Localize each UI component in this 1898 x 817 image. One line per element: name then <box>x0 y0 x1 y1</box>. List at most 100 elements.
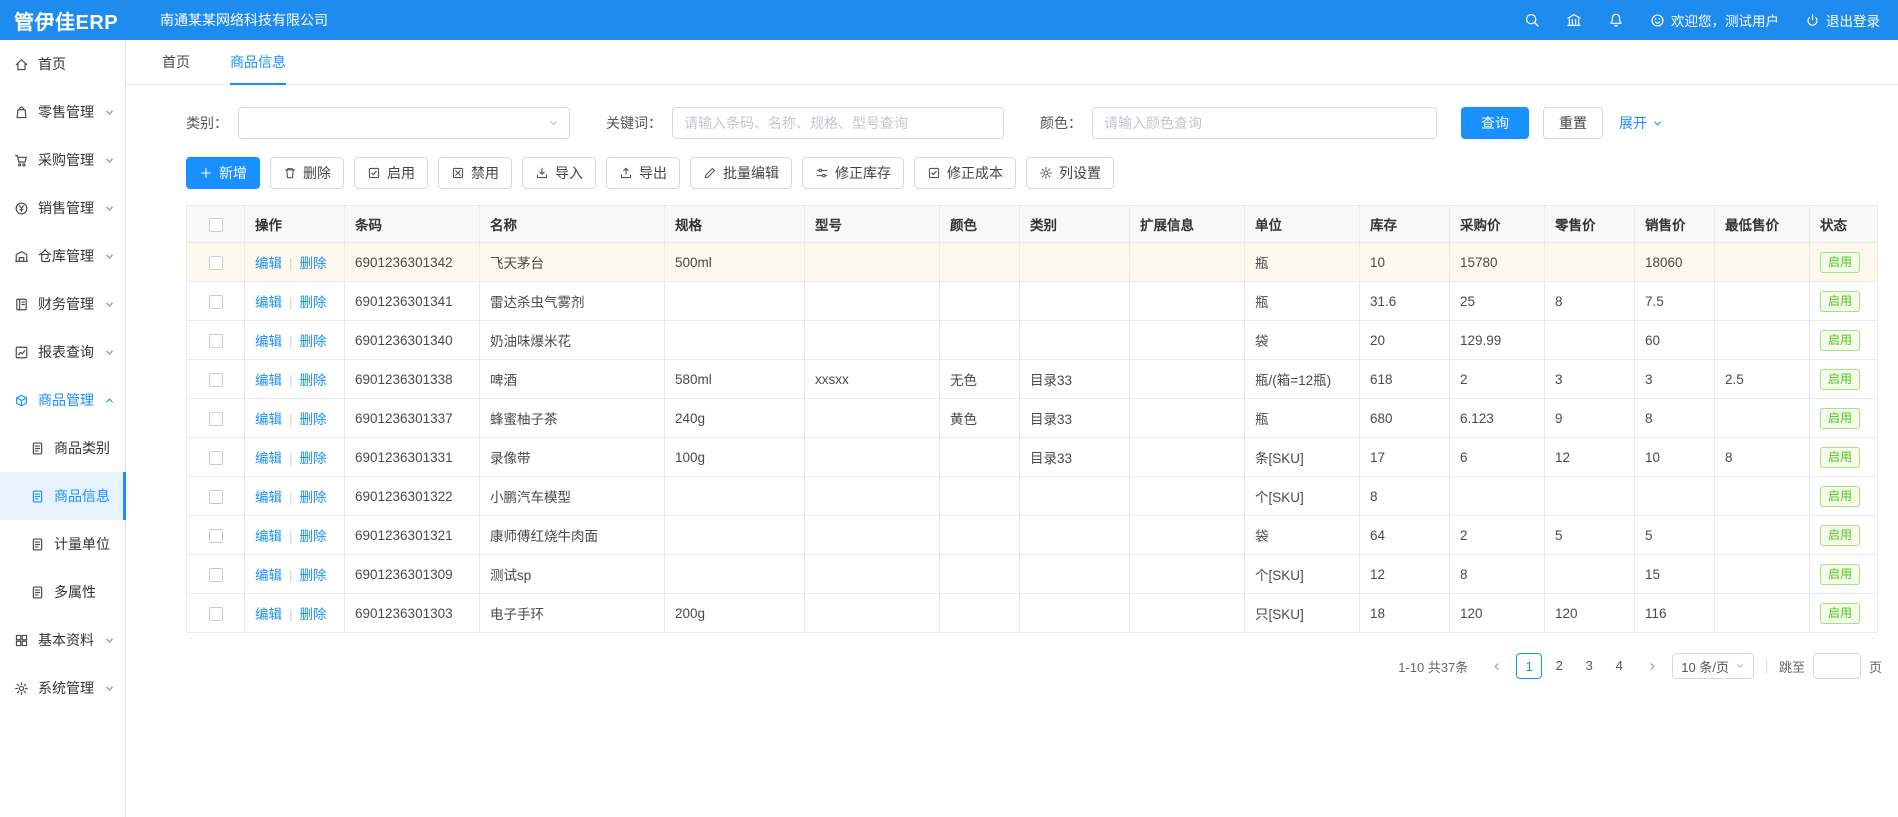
edit-link[interactable]: 编辑 <box>255 334 282 349</box>
sidebar-item-multi-attribute[interactable]: 多属性 <box>0 568 125 616</box>
cell-unit: 袋 <box>1245 321 1360 360</box>
sidebar-item-basic-data[interactable]: 基本资料 <box>0 616 125 664</box>
page-button[interactable]: 2 <box>1546 653 1572 679</box>
edit-link[interactable]: 编辑 <box>255 295 282 310</box>
reset-button[interactable]: 重置 <box>1543 107 1603 139</box>
row-checkbox[interactable] <box>209 568 223 582</box>
edit-link[interactable]: 编辑 <box>255 412 282 427</box>
bell-icon[interactable] <box>1608 12 1624 28</box>
delete-link[interactable]: 删除 <box>300 295 327 310</box>
sidebar-item-label: 报表查询 <box>38 342 104 362</box>
page-size-select[interactable]: 10 条/页 <box>1672 653 1754 679</box>
delete-link[interactable]: 删除 <box>300 412 327 427</box>
edit-link[interactable]: 编辑 <box>255 256 282 271</box>
toolbar-batch-edit-button[interactable]: 批量编辑 <box>690 157 792 189</box>
sidebar-item-retail[interactable]: 零售管理 <box>0 88 125 136</box>
row-checkbox[interactable] <box>209 451 223 465</box>
cell-sale: 10 <box>1635 438 1715 477</box>
edit-link[interactable]: 编辑 <box>255 568 282 583</box>
status-badge: 启用 <box>1820 603 1860 624</box>
cell-model <box>805 243 940 282</box>
cell-status: 启用 <box>1810 516 1878 555</box>
select-all-checkbox[interactable] <box>209 218 223 232</box>
edit-link[interactable]: 编辑 <box>255 451 282 466</box>
delete-link[interactable]: 删除 <box>300 568 327 583</box>
toolbar-adjust-stock-button[interactable]: 修正库存 <box>802 157 904 189</box>
cell-color <box>940 282 1020 321</box>
sidebar-item-label: 商品类别 <box>54 438 115 458</box>
user-welcome[interactable]: 欢迎您，测试用户 <box>1650 10 1779 30</box>
tab-bar: 首页 商品信息 <box>126 40 1898 85</box>
delete-link[interactable]: 删除 <box>300 334 327 349</box>
edit-link[interactable]: 编辑 <box>255 373 282 388</box>
sidebar-item-purchase[interactable]: 采购管理 <box>0 136 125 184</box>
tab-product-info[interactable]: 商品信息 <box>230 40 286 84</box>
next-page-button[interactable] <box>1640 654 1664 678</box>
edit-link[interactable]: 编辑 <box>255 529 282 544</box>
cell-purchase: 6.123 <box>1450 399 1545 438</box>
sidebar-item-goods-info[interactable]: 商品信息 <box>0 472 125 520</box>
toolbar-disable-button[interactable]: 禁用 <box>438 157 512 189</box>
building-icon[interactable] <box>1566 12 1582 28</box>
toolbar-enable-button[interactable]: 启用 <box>354 157 428 189</box>
delete-link[interactable]: 删除 <box>300 607 327 622</box>
cell-model <box>805 594 940 633</box>
delete-link[interactable]: 删除 <box>300 373 327 388</box>
keyword-label: 关键词： <box>606 113 662 133</box>
cell-name: 啤酒 <box>480 360 665 399</box>
jump-label: 跳至 <box>1779 657 1805 676</box>
toolbar-export-button[interactable]: 导出 <box>606 157 680 189</box>
row-checkbox[interactable] <box>209 295 223 309</box>
cell-ext <box>1130 282 1245 321</box>
doc-icon <box>30 537 45 552</box>
toolbar-adjust-cost-button[interactable]: 修正成本 <box>914 157 1016 189</box>
row-checkbox[interactable] <box>209 334 223 348</box>
sidebar-item-finance[interactable]: 财务管理 <box>0 280 125 328</box>
cell-unit: 瓶 <box>1245 282 1360 321</box>
operation-separator: | <box>289 568 293 583</box>
delete-link[interactable]: 删除 <box>300 529 327 544</box>
cell-category <box>1020 321 1130 360</box>
sidebar-item-home[interactable]: 首页 <box>0 40 125 88</box>
toolbar-add-button[interactable]: 新增 <box>186 157 260 189</box>
delete-link[interactable]: 删除 <box>300 256 327 271</box>
row-checkbox[interactable] <box>209 607 223 621</box>
delete-link[interactable]: 删除 <box>300 451 327 466</box>
operation-separator: | <box>289 451 293 466</box>
sidebar-item-warehouse[interactable]: 仓库管理 <box>0 232 125 280</box>
row-checkbox[interactable] <box>209 529 223 543</box>
edit-link[interactable]: 编辑 <box>255 607 282 622</box>
toolbar-delete-button[interactable]: 删除 <box>270 157 344 189</box>
edit-link[interactable]: 编辑 <box>255 490 282 505</box>
toolbar-column-settings-button[interactable]: 列设置 <box>1026 157 1114 189</box>
sidebar-item-report[interactable]: 报表查询 <box>0 328 125 376</box>
keyword-input[interactable] <box>672 107 1004 139</box>
page-button[interactable]: 3 <box>1576 653 1602 679</box>
category-select[interactable] <box>238 107 570 139</box>
row-checkbox[interactable] <box>209 256 223 270</box>
search-icon[interactable] <box>1524 12 1540 28</box>
column-header: 名称 <box>480 206 665 243</box>
jump-page-input[interactable] <box>1813 653 1861 679</box>
cell-category: 目录33 <box>1020 438 1130 477</box>
page-button[interactable]: 4 <box>1606 653 1632 679</box>
toolbar-import-button[interactable]: 导入 <box>522 157 596 189</box>
row-checkbox[interactable] <box>209 490 223 504</box>
logout-button[interactable]: 退出登录 <box>1805 10 1880 30</box>
prev-page-button[interactable] <box>1484 654 1508 678</box>
expand-link[interactable]: 展开 <box>1619 113 1663 133</box>
color-input[interactable] <box>1092 107 1437 139</box>
row-checkbox[interactable] <box>209 373 223 387</box>
search-button[interactable]: 查询 <box>1461 107 1529 139</box>
page-button[interactable]: 1 <box>1516 653 1542 679</box>
tab-home[interactable]: 首页 <box>162 40 190 84</box>
cell-select <box>187 594 245 633</box>
sidebar-item-system[interactable]: 系统管理 <box>0 664 125 712</box>
sidebar-item-goods[interactable]: 商品管理 <box>0 376 125 424</box>
delete-link[interactable]: 删除 <box>300 490 327 505</box>
row-checkbox[interactable] <box>209 412 223 426</box>
cell-unit: 瓶 <box>1245 243 1360 282</box>
sidebar-item-goods-category[interactable]: 商品类别 <box>0 424 125 472</box>
sidebar-item-sales[interactable]: 销售管理 <box>0 184 125 232</box>
sidebar-item-measure-unit[interactable]: 计量单位 <box>0 520 125 568</box>
